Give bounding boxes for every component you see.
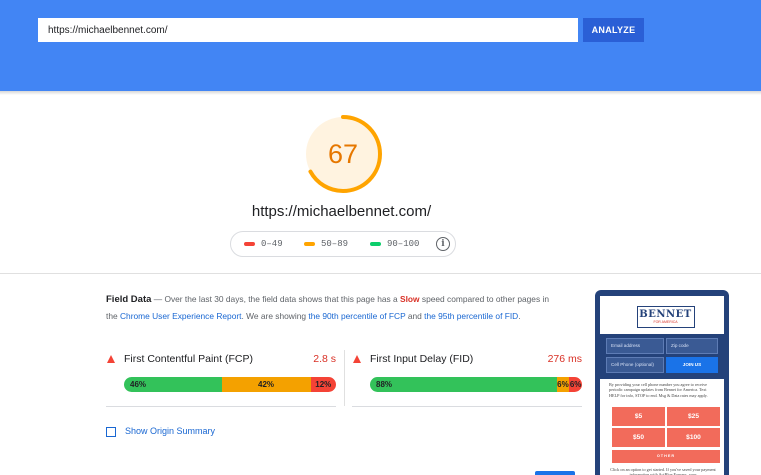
- segment-average: 42%: [221, 377, 311, 392]
- actblue-fine-print: Click on an option to get started. If yo…: [610, 467, 716, 475]
- info-icon[interactable]: i: [436, 237, 450, 251]
- metric-underline: [106, 406, 336, 407]
- metric-underline: [352, 406, 582, 407]
- origin-summary-label[interactable]: Show Origin Summary: [125, 426, 215, 436]
- field-data-text-4: and: [405, 311, 425, 321]
- legend-label-good: 90–100: [387, 239, 420, 249]
- page-header: ANALYZE: [0, 0, 761, 91]
- checkbox[interactable]: [106, 427, 116, 437]
- page-screenshot-thumbnail: BENNET FOR AMERICA Email address Zip cod…: [595, 290, 729, 475]
- segment-fast: 46%: [124, 377, 222, 392]
- donate-amount-100: $100: [667, 428, 720, 447]
- warning-triangle-icon: [107, 355, 115, 363]
- metric-value: 2.8 s: [313, 353, 336, 365]
- segment-slow: 6%: [569, 377, 582, 392]
- sms-fine-print: By providing your cell phone number you …: [609, 382, 708, 398]
- analyze-button[interactable]: ANALYZE: [583, 18, 644, 42]
- field-data-text-3: . We are showing: [241, 311, 309, 321]
- field-data-title: Field Data: [106, 294, 152, 305]
- fid-percentile-link[interactable]: the 95th percentile of FID: [424, 311, 518, 321]
- distribution-bar: 46% 42% 12%: [124, 377, 336, 392]
- segment-fast: 88%: [370, 377, 557, 392]
- donate-amount-25: $25: [667, 407, 720, 426]
- distribution-bar: 88% 6% 6%: [370, 377, 582, 392]
- fcp-percentile-link[interactable]: the 90th percentile of FCP: [308, 311, 405, 321]
- field-data-text-5: .: [518, 311, 521, 321]
- metric-value: 276 ms: [547, 353, 582, 365]
- field-data-description: Field Data — Over the last 30 days, the …: [106, 291, 550, 324]
- field-data-text-1: Over the last 30 days, the field data sh…: [164, 294, 401, 304]
- segment-average: 6%: [556, 377, 570, 392]
- email-field: Email address: [606, 338, 664, 354]
- metric-separator: [344, 350, 345, 406]
- warning-triangle-icon: [353, 355, 361, 363]
- donate-amount-5: $5: [612, 407, 665, 426]
- brand-logo: BENNET FOR AMERICA: [637, 306, 695, 328]
- legend-swatch-poor: [244, 242, 255, 246]
- crux-link[interactable]: Chrome User Experience Report: [120, 311, 242, 321]
- score-legend: 0–49 50–89 90–100 i: [230, 231, 456, 257]
- brand-name: BENNET: [639, 309, 692, 320]
- header-shadow: [0, 91, 761, 95]
- legend-label-poor: 0–49: [261, 239, 283, 249]
- donate-amount-other: OTHER: [612, 450, 720, 463]
- brand-subtitle: FOR AMERICA: [653, 320, 678, 324]
- zip-field: Zip code: [666, 338, 718, 354]
- segment-slow: 12%: [310, 377, 336, 392]
- url-input[interactable]: [38, 18, 578, 42]
- section-divider: [0, 273, 761, 274]
- metric-fid: First Input Delay (FID) 276 ms 88% 6% 6%: [352, 350, 582, 404]
- scrolled-element-stub: [535, 471, 575, 475]
- legend-label-average: 50–89: [321, 239, 349, 249]
- signup-form: Email address Zip code Cell Phone (optio…: [600, 334, 724, 379]
- phone-field: Cell Phone (optional): [606, 357, 664, 373]
- legend-swatch-average: [304, 242, 315, 246]
- metric-name: First Contentful Paint (FCP): [124, 353, 253, 365]
- thumbnail-page: BENNET FOR AMERICA Email address Zip cod…: [600, 296, 724, 475]
- tested-page-url: https://michaelbennet.com/: [251, 203, 432, 220]
- donate-amount-50: $50: [612, 428, 665, 447]
- legend-swatch-good: [370, 242, 381, 246]
- join-button: JOIN US: [666, 357, 718, 373]
- field-data-dash: —: [151, 294, 165, 304]
- slow-label: Slow: [400, 294, 420, 304]
- performance-score: 67: [327, 139, 359, 169]
- metric-name: First Input Delay (FID): [370, 353, 474, 365]
- metric-fcp: First Contentful Paint (FCP) 2.8 s 46% 4…: [106, 350, 336, 404]
